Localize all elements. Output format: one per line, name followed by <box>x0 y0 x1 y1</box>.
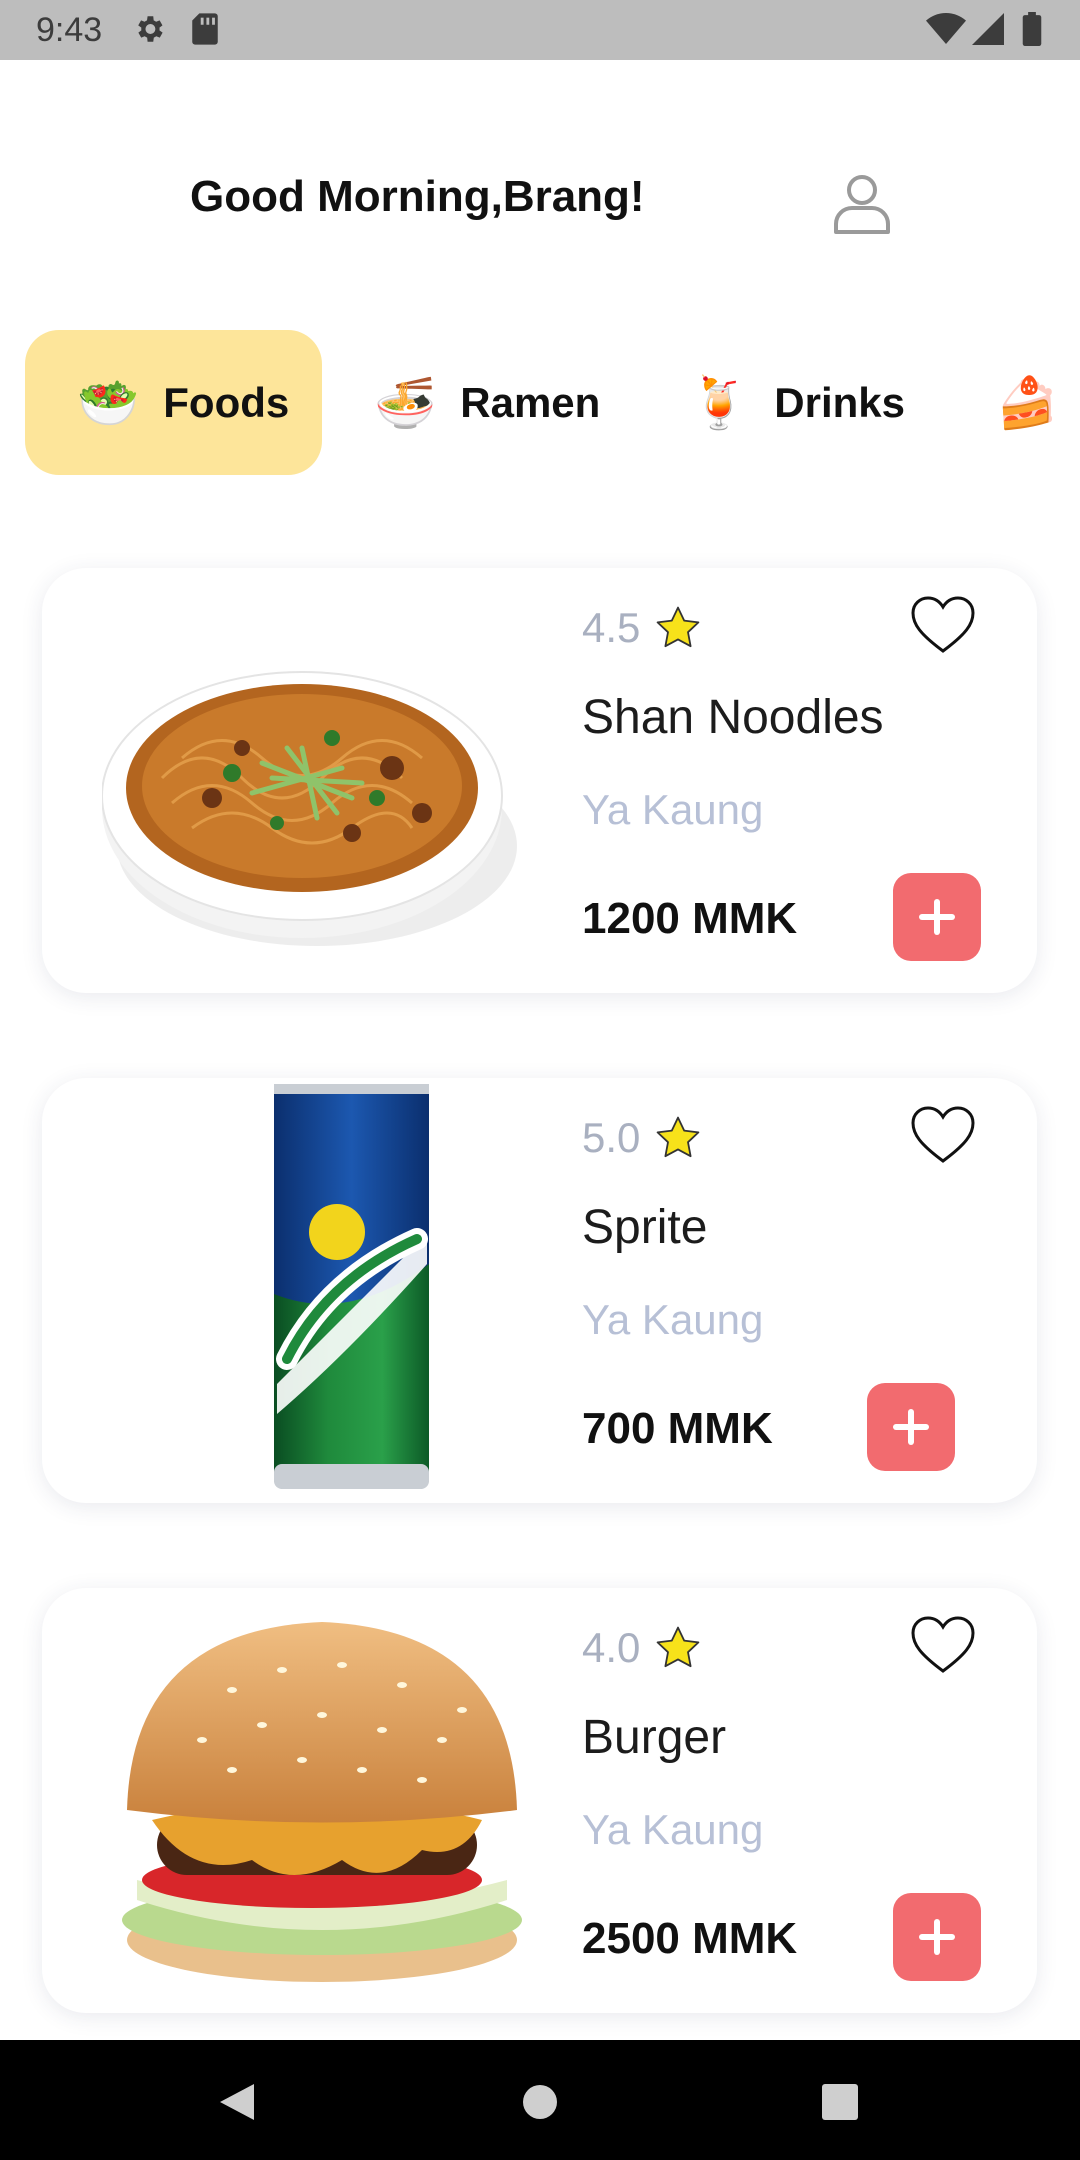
heart-icon[interactable] <box>910 594 976 656</box>
tab-foods[interactable]: 🥗 Foods <box>25 330 322 475</box>
gear-icon <box>138 16 163 42</box>
item-name: Sprite <box>582 1201 708 1254</box>
heart-icon[interactable] <box>910 1104 976 1166</box>
food-card-burger[interactable]: 4.0 Burger Ya Kaung 2500 MMK <box>42 1588 1037 2013</box>
heart-icon[interactable] <box>910 1614 976 1676</box>
home-icon[interactable] <box>522 2084 558 2120</box>
rating-value: 4.5 <box>582 604 641 651</box>
status-bar: 9:43 <box>0 0 1080 60</box>
plus-icon <box>893 1409 929 1445</box>
user-profile-icon[interactable] <box>832 172 892 236</box>
cocktail-icon: 🍹 <box>688 373 751 432</box>
tab-label: Ramen <box>460 378 601 426</box>
star-icon <box>657 1626 700 1668</box>
tab-label: Foods <box>163 378 290 426</box>
rating: 4.0 <box>582 1624 702 1672</box>
food-card-shan-noodles[interactable]: 4.5 Shan Noodles Ya Kaung 1200 MMK <box>42 568 1037 993</box>
star-icon <box>657 1116 700 1158</box>
salad-icon: 🥗 <box>77 373 140 432</box>
tab-label: Drinks <box>774 378 905 426</box>
rating: 5.0 <box>582 1114 702 1162</box>
add-to-cart-button[interactable] <box>893 873 981 961</box>
back-icon[interactable] <box>218 2082 256 2122</box>
item-price: 700 MMK <box>582 1404 773 1453</box>
recents-icon[interactable] <box>821 2083 859 2121</box>
shop-name: Ya Kaung <box>582 786 764 833</box>
cake-icon: 🍰 <box>996 373 1059 432</box>
battery-icon <box>1022 12 1042 46</box>
food-card-sprite[interactable]: 5.0 Sprite Ya Kaung 700 MMK <box>42 1078 1037 1503</box>
item-price: 1200 MMK <box>582 894 798 943</box>
rating-value: 5.0 <box>582 1114 641 1161</box>
item-name: Shan Noodles <box>582 691 884 744</box>
rating-value: 4.0 <box>582 1624 641 1671</box>
wifi-icon <box>926 13 966 44</box>
burger-image <box>122 1622 522 1982</box>
shop-name: Ya Kaung <box>582 1806 764 1853</box>
item-price: 2500 MMK <box>582 1914 798 1963</box>
status-time: 9:43 <box>36 11 103 49</box>
tab-drinks[interactable]: 🍹 Drinks <box>660 330 930 475</box>
category-tabs: 🥗 Foods 🍜 Ramen 🍹 Drinks 🍰 <box>0 330 1080 475</box>
plus-icon <box>919 1919 955 1955</box>
ramen-bowl-icon: 🍜 <box>374 373 437 432</box>
add-to-cart-button[interactable] <box>867 1383 955 1471</box>
sprite-can-image <box>274 1084 429 1489</box>
rating: 4.5 <box>582 604 702 652</box>
sd-card-icon <box>192 13 218 45</box>
add-to-cart-button[interactable] <box>893 1893 981 1981</box>
shop-name: Ya Kaung <box>582 1296 764 1343</box>
greeting-title: Good Morning,Brang! <box>190 172 645 221</box>
cellular-signal-icon <box>972 13 1004 45</box>
star-icon <box>657 606 700 648</box>
tab-dessert[interactable]: 🍰 <box>970 330 1080 475</box>
noodle-bowl-image <box>102 671 517 946</box>
tab-ramen[interactable]: 🍜 Ramen <box>350 330 620 475</box>
item-name: Burger <box>582 1711 727 1764</box>
system-nav-bar <box>0 2040 1080 2160</box>
plus-icon <box>919 899 955 935</box>
